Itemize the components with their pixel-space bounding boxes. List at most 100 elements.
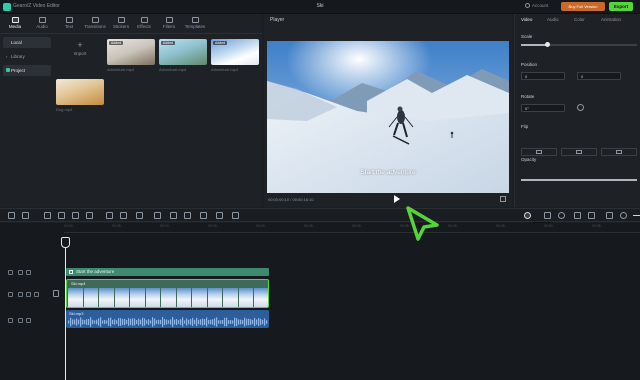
rotate-dial-icon[interactable] xyxy=(577,104,584,111)
media-thumbnail[interactable] xyxy=(56,79,104,105)
play-button[interactable] xyxy=(394,195,400,203)
media-thumbnail[interactable]: Added xyxy=(159,39,207,65)
waveform-bar xyxy=(252,319,254,325)
waveform-bar xyxy=(112,319,114,325)
title-clip[interactable]: Start the adventure xyxy=(66,268,269,276)
keyframe-icon[interactable] xyxy=(136,212,143,219)
playhead[interactable] xyxy=(65,237,66,380)
transitions-icon xyxy=(91,17,99,23)
opacity-slider[interactable] xyxy=(521,179,637,181)
tab-audio[interactable]: Audio xyxy=(30,16,54,34)
video-frame-thumbnail xyxy=(145,288,160,307)
waveform-bar xyxy=(116,320,118,324)
fit-timeline-icon[interactable] xyxy=(606,212,613,219)
scale-slider-knob[interactable] xyxy=(544,42,550,47)
tab-effects[interactable]: Effects xyxy=(132,16,156,34)
waveform-bar xyxy=(150,320,152,324)
zoom-out-icon[interactable] xyxy=(620,212,627,219)
tab-video[interactable]: Video xyxy=(521,17,532,22)
waveform-bar xyxy=(160,319,162,325)
tab-audio-props[interactable]: Audio xyxy=(547,17,559,22)
position-x-field[interactable]: 0 xyxy=(521,72,565,80)
reverse-icon[interactable] xyxy=(170,212,177,219)
account-link[interactable]: Account xyxy=(532,3,548,8)
tab-animation[interactable]: Animation xyxy=(601,17,621,22)
lock-icon[interactable] xyxy=(18,270,23,275)
waveform-bar xyxy=(182,317,184,327)
detach-audio-icon[interactable] xyxy=(184,212,191,219)
tab-color[interactable]: Color xyxy=(574,17,585,22)
video-frame-thumbnail xyxy=(83,288,98,307)
grid-icon[interactable] xyxy=(120,212,127,219)
speaker-icon[interactable] xyxy=(34,292,39,297)
snap-icon[interactable] xyxy=(574,212,581,219)
crop-icon[interactable] xyxy=(58,212,65,219)
tab-stickers[interactable]: Stickers xyxy=(108,16,134,34)
delete-icon[interactable] xyxy=(86,212,93,219)
eye-icon[interactable] xyxy=(26,270,31,275)
export-button[interactable]: Export xyxy=(609,2,633,11)
lock-icon[interactable] xyxy=(18,318,23,323)
split-icon[interactable] xyxy=(44,212,51,219)
media-thumbnail[interactable]: Added xyxy=(107,39,155,65)
undo-icon[interactable] xyxy=(8,212,15,219)
zoom-slider[interactable] xyxy=(633,215,640,216)
waveform-bar xyxy=(74,319,76,325)
tab-media[interactable]: Media xyxy=(3,16,27,34)
waveform-bar xyxy=(132,318,134,326)
playhead-handle[interactable] xyxy=(61,237,70,248)
buy-full-version-button[interactable]: Buy Full Version xyxy=(561,2,605,11)
flip-vertical-button[interactable] xyxy=(561,148,597,156)
import-button[interactable]: + Import xyxy=(58,39,102,71)
text-clip-icon xyxy=(69,270,73,274)
preview-eye-icon[interactable] xyxy=(558,212,565,219)
account-icon[interactable] xyxy=(525,3,530,8)
magnet-icon[interactable] xyxy=(588,212,595,219)
rotate-clip-icon[interactable] xyxy=(200,212,207,219)
waveform-bar xyxy=(196,317,198,327)
sidebar-item-project[interactable]: Project xyxy=(3,65,51,76)
waveform-bar xyxy=(226,317,228,327)
waveform-bar xyxy=(176,318,178,326)
video-clip[interactable]: Ski.mp4 xyxy=(66,279,269,308)
title-clip-label: Start the adventure xyxy=(76,269,115,274)
timeline-ruler[interactable]: 00:00 00:05 00:10 00:15 00:20 00:25 00:3… xyxy=(64,223,640,233)
waveform-bar xyxy=(224,317,226,327)
tab-transitions[interactable]: Transitions xyxy=(81,16,109,34)
scale-slider[interactable] xyxy=(521,42,637,47)
speed-icon[interactable] xyxy=(154,212,161,219)
ruler-label: 00:20 xyxy=(256,224,265,228)
audio-waveform xyxy=(68,317,268,327)
record-icon[interactable] xyxy=(524,212,531,219)
trim-icon[interactable] xyxy=(72,212,79,219)
tab-text[interactable]: Text xyxy=(57,16,81,34)
export-clip-icon[interactable] xyxy=(232,212,239,219)
rotate-field[interactable]: 0° xyxy=(521,104,565,112)
sidebar-item-library[interactable]: › Library xyxy=(3,51,51,62)
effects-icon xyxy=(140,17,148,23)
redo-icon[interactable] xyxy=(22,212,29,219)
audio-icon xyxy=(38,17,46,23)
main-track-lock-icon[interactable] xyxy=(53,290,59,297)
media-panel: Media Audio Text Transitions Stickers Ef… xyxy=(0,14,262,207)
video-preview[interactable]: Start the adventure xyxy=(267,41,509,193)
rotate-90-button[interactable] xyxy=(601,148,637,156)
position-y-field[interactable]: 0 xyxy=(577,72,621,80)
media-thumbnail[interactable]: Added xyxy=(211,39,259,65)
sidebar-item-local[interactable]: Local xyxy=(3,37,51,48)
color-icon[interactable] xyxy=(216,212,223,219)
video-frame-thumbnail xyxy=(223,288,238,307)
ruler-label: 00:25 xyxy=(304,224,313,228)
waveform-bar xyxy=(146,320,148,324)
eye-icon[interactable] xyxy=(26,292,31,297)
scissors-icon[interactable] xyxy=(544,212,551,219)
lock-icon[interactable] xyxy=(18,292,23,297)
mouse-cursor-icon xyxy=(406,206,439,241)
speaker-icon[interactable] xyxy=(26,318,31,323)
tab-templates[interactable]: Templates xyxy=(181,16,209,34)
freeze-frame-icon[interactable] xyxy=(106,212,113,219)
audio-clip[interactable]: Ski.mp3 xyxy=(66,310,269,328)
flip-horizontal-button[interactable] xyxy=(521,148,557,156)
tab-filters[interactable]: Filters xyxy=(157,16,181,34)
fullscreen-icon[interactable] xyxy=(500,196,506,202)
